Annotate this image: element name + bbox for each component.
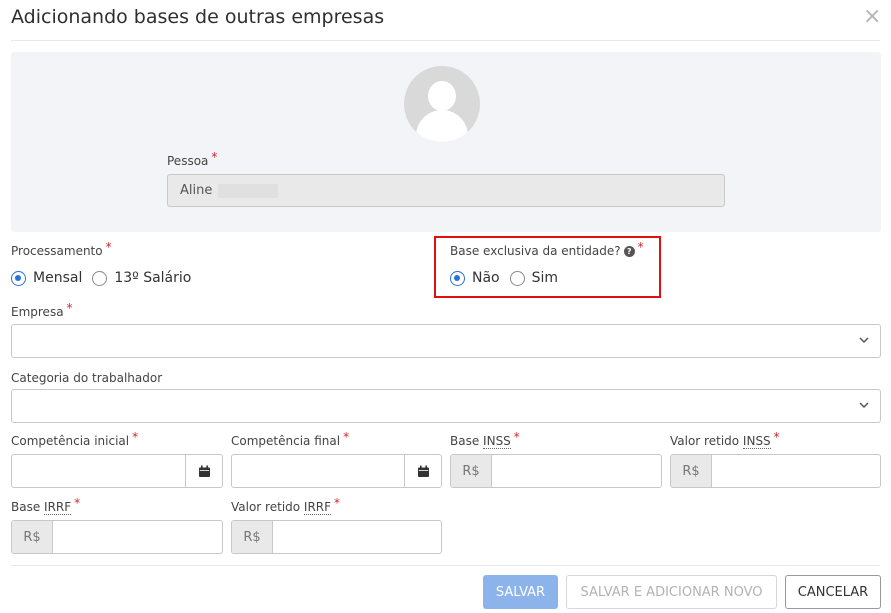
categoria-label: Categoria do trabalhador <box>11 371 163 385</box>
valor-retido-inss-label: Valor retido INSS * <box>670 430 780 449</box>
chevron-down-icon <box>859 337 869 344</box>
processamento-label: Processamento * <box>11 240 112 258</box>
calendar-icon <box>417 465 429 477</box>
footer-divider <box>11 565 880 566</box>
categoria-select[interactable] <box>11 389 881 423</box>
base-irrf-field: R$ <box>11 520 223 554</box>
calendar-button[interactable] <box>404 455 441 487</box>
base-irrf-label: Base IRRF * <box>11 496 81 515</box>
person-label: Pessoa * <box>167 150 218 168</box>
radio-13-salario-indicator[interactable] <box>92 270 108 286</box>
competencia-inicial-label: Competência inicial * <box>11 430 139 448</box>
competencia-final-field <box>231 454 442 488</box>
radio-mensal[interactable]: Mensal <box>11 270 82 286</box>
radio-13-salario[interactable]: 13º Salário <box>92 270 191 286</box>
competencia-inicial-input[interactable] <box>12 455 185 487</box>
radio-nao[interactable]: Não <box>450 270 500 286</box>
calendar-button[interactable] <box>185 455 222 487</box>
base-exclusiva-radio-group: Não Sim <box>450 270 568 286</box>
empresa-select[interactable] <box>11 324 881 358</box>
title-divider <box>11 40 880 41</box>
help-icon[interactable]: ? <box>623 246 635 257</box>
cancel-button[interactable]: CANCELAR <box>785 575 881 609</box>
base-exclusiva-label: Base exclusiva da entidade?? * <box>450 240 644 258</box>
modal-title: Adicionando bases de outras empresas <box>11 6 385 28</box>
radio-mensal-indicator[interactable] <box>11 270 26 286</box>
close-icon[interactable]: × <box>863 6 881 28</box>
redacted-text <box>218 183 279 198</box>
valor-retido-irrf-field: R$ <box>231 520 442 554</box>
valor-retido-inss-field: R$ <box>670 454 881 488</box>
competencia-final-label: Competência final * <box>231 430 350 448</box>
empresa-label: Empresa * <box>11 301 73 319</box>
save-and-add-new-button[interactable]: SALVAR E ADICIONAR NOVO <box>566 575 777 609</box>
base-inss-label: Base INSS * <box>450 430 520 449</box>
competencia-inicial-field <box>11 454 223 488</box>
valor-retido-inss-input[interactable] <box>712 455 880 487</box>
person-panel: Pessoa * Aline <box>11 52 881 232</box>
radio-sim-indicator[interactable] <box>509 270 525 286</box>
save-button[interactable]: SALVAR <box>483 575 558 609</box>
competencia-final-input[interactable] <box>232 455 404 487</box>
user-avatar-icon <box>404 66 480 142</box>
base-inss-input[interactable] <box>492 455 661 487</box>
base-inss-field: R$ <box>450 454 662 488</box>
currency-addon: R$ <box>671 455 712 487</box>
radio-nao-indicator[interactable] <box>450 270 465 286</box>
valor-retido-irrf-label: Valor retido IRRF * <box>231 496 341 515</box>
currency-addon: R$ <box>232 521 273 553</box>
processamento-radio-group: Mensal 13º Salário <box>11 270 201 286</box>
person-value: Aline <box>180 183 213 198</box>
base-irrf-input[interactable] <box>53 521 222 553</box>
person-field[interactable]: Aline <box>167 174 725 207</box>
currency-addon: R$ <box>451 455 492 487</box>
chevron-down-icon <box>859 402 869 409</box>
currency-addon: R$ <box>12 521 53 553</box>
calendar-icon <box>198 465 210 477</box>
radio-sim[interactable]: Sim <box>509 270 558 286</box>
valor-retido-irrf-input[interactable] <box>273 521 441 553</box>
